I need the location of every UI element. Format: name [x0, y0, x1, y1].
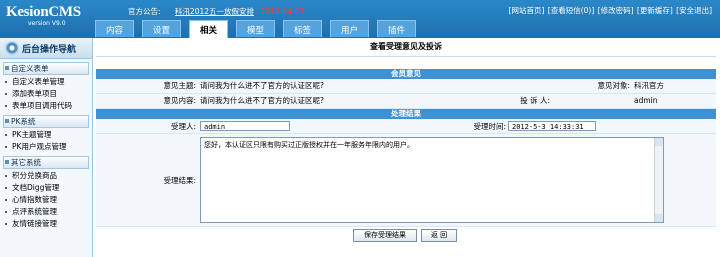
update-cache-link[interactable]: [更新缓存]	[637, 6, 673, 15]
announcement-label: 官方公告:	[128, 7, 161, 16]
result-row: 受理结果: 您好，本认证区只限有购买过正版授权并在一年服务年限内的用户。	[96, 134, 716, 227]
sidebar-title-label: 后台操作导航	[22, 44, 77, 55]
tab-labels[interactable]: 标签	[283, 20, 322, 37]
result-text: 您好，本认证区只限有购买过正版授权并在一年服务年限内的用户。	[204, 141, 414, 149]
change-password-link[interactable]: [修改密码]	[598, 6, 634, 15]
sidebar-item-form-code[interactable]: 表单项目调用代码	[0, 100, 92, 112]
sidebar-item-links[interactable]: 友情链接管理	[0, 218, 92, 230]
scroll-up-icon[interactable]	[655, 138, 663, 146]
tab-content[interactable]: 内容	[95, 20, 134, 37]
tab-plugins[interactable]: 插件	[377, 20, 416, 37]
button-bar: 保存受理结果 返 回	[96, 227, 716, 243]
home-link[interactable]: [网站首页]	[509, 6, 545, 15]
content-row: 意见内容: 请问我为什么进不了官方的认证区呢? 投 诉 人: admin	[96, 94, 716, 109]
member-opinion-header: 会员意见	[96, 69, 716, 79]
complainant-label: 投 诉 人:	[520, 96, 550, 105]
section-title: 其它系统	[11, 158, 41, 167]
main-content: 查看受理意见及投诉 会员意见 意见主题: 请问我为什么进不了官方的认证区呢? 意…	[96, 38, 716, 257]
subject-value: 请问我为什么进不了官方的认证区呢?	[200, 81, 324, 90]
textarea-scrollbar[interactable]	[654, 138, 663, 222]
save-result-button[interactable]: 保存受理结果	[353, 229, 417, 242]
announcement: 官方公告: 科汛2012五一放假安排 2012-04-23	[128, 6, 304, 17]
logout-link[interactable]: [安全退出]	[676, 6, 712, 15]
handler-input[interactable]: admin	[200, 121, 290, 131]
time-label: 受理时间:	[473, 122, 506, 131]
sidebar-item-mood[interactable]: 心情指数管理	[0, 194, 92, 206]
subject-row: 意见主题: 请问我为什么进不了官方的认证区呢? 意见对象: 科汛官方	[96, 79, 716, 94]
gear-icon	[5, 41, 19, 55]
tab-users[interactable]: 用户	[330, 20, 369, 37]
sidebar-item-pk-opinions[interactable]: PK用户观点管理	[0, 141, 92, 153]
subject-label: 意见主题:	[163, 81, 196, 90]
section-custom-form[interactable]: 自定义表单	[3, 62, 89, 75]
complainant-value: admin	[634, 96, 658, 105]
tab-settings[interactable]: 设置	[142, 20, 181, 37]
sidebar-item-add-form-item[interactable]: 添加表单项目	[0, 88, 92, 100]
announcement-link[interactable]: 科汛2012五一放假安排	[175, 7, 254, 16]
section-title: 自定义表单	[11, 64, 49, 73]
back-button[interactable]: 返 回	[421, 229, 457, 242]
target-value: 科汛官方	[634, 81, 664, 90]
page-title: 查看受理意见及投诉	[96, 38, 716, 57]
target-label: 意见对象:	[597, 81, 630, 90]
result-header: 处理结果	[96, 109, 716, 119]
handler-row: 受理人: admin 受理时间: 2012-5-3 14:33:31	[96, 119, 716, 134]
sidebar-title: 后台操作导航	[0, 38, 92, 59]
section-pk-system[interactable]: PK系统	[3, 115, 89, 128]
tab-models[interactable]: 模型	[236, 20, 275, 37]
result-label: 受理结果:	[163, 176, 196, 185]
sidebar-item-comments[interactable]: 点评系统管理	[0, 206, 92, 218]
time-input[interactable]: 2012-5-3 14:33:31	[508, 121, 596, 131]
tab-related[interactable]: 相关	[189, 20, 228, 38]
top-links: [网站首页] [查看短信(0)] [修改密码] [更新缓存] [安全退出]	[508, 5, 712, 16]
top-header: KesionCMS version V9.0 官方公告: 科汛2012五一放假安…	[0, 0, 720, 38]
content-label: 意见内容:	[163, 96, 196, 105]
sidebar-item-pk-topics[interactable]: PK主题管理	[0, 129, 92, 141]
logo: KesionCMS version V9.0	[6, 4, 81, 27]
scroll-down-icon[interactable]	[655, 214, 663, 222]
section-bullet-icon	[5, 119, 9, 123]
sidebar-item-form-manage[interactable]: 自定义表单管理	[0, 76, 92, 88]
section-other-systems[interactable]: 其它系统	[3, 156, 89, 169]
content-value: 请问我为什么进不了官方的认证区呢?	[200, 96, 324, 105]
section-bullet-icon	[5, 160, 9, 164]
logo-version: version V9.0	[28, 20, 66, 27]
messages-link[interactable]: [查看短信(0)]	[548, 6, 594, 15]
handler-label: 受理人:	[170, 122, 196, 131]
announcement-date: 2012-04-23	[260, 7, 304, 16]
sidebar: 后台操作导航 自定义表单 自定义表单管理 添加表单项目 表单项目调用代码 PK系…	[0, 38, 93, 257]
section-bullet-icon	[5, 66, 9, 70]
result-textarea[interactable]: 您好，本认证区只限有购买过正版授权并在一年服务年限内的用户。	[200, 137, 664, 223]
sidebar-item-digg[interactable]: 文档Digg管理	[0, 182, 92, 194]
main-tabs: 内容 设置 相关 模型 标签 用户 插件	[95, 20, 424, 38]
sidebar-item-points-exchange[interactable]: 积分兑换商品	[0, 170, 92, 182]
section-title: PK系统	[11, 117, 36, 126]
logo-title: KesionCMS	[6, 4, 81, 20]
